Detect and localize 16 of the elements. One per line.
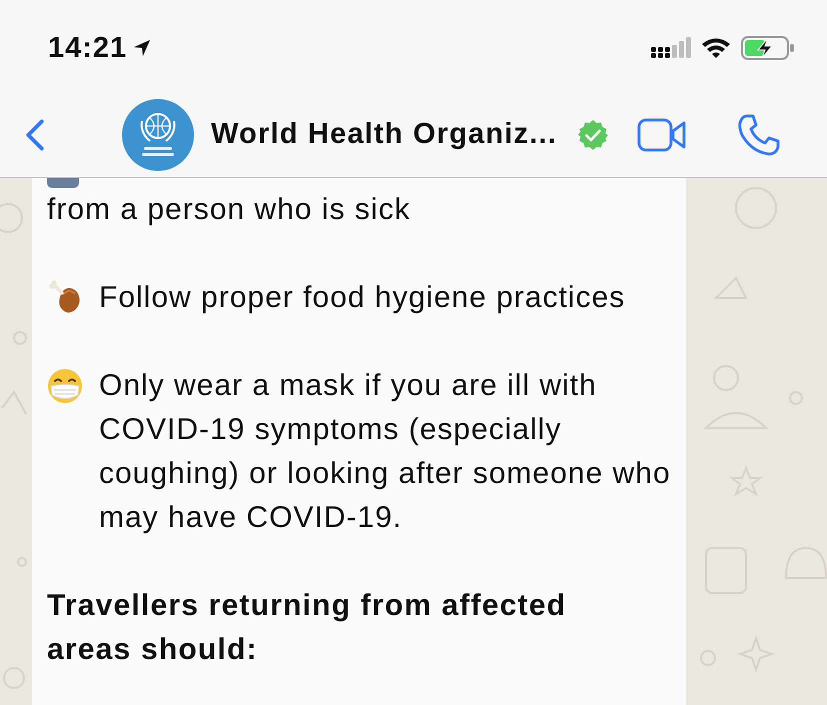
message-heading: Travellers returning from affected areas should: [47, 588, 568, 668]
chevron-left-icon [26, 118, 44, 150]
status-time: 14:21 [48, 32, 128, 64]
profile-avatar[interactable] [122, 98, 194, 170]
cellular-signal-icon [651, 37, 691, 59]
face-with-mask-icon [47, 368, 83, 404]
chat-title[interactable]: World Health Organiz... [211, 118, 558, 151]
emoji-tile-icon [47, 178, 79, 188]
message-text: from a person who is sick [47, 192, 412, 228]
video-camera-icon [637, 118, 687, 152]
wifi-icon [701, 37, 731, 59]
message-text: Follow proper food hygiene practices [99, 280, 626, 316]
message-text: Only wear a mask if you are ill with COVID-19 symptoms (especially coughing) or looking after someone who may have COVID-19. [99, 368, 672, 536]
location-arrow-icon [133, 39, 152, 57]
battery-charging-icon [741, 36, 795, 60]
phone-icon [737, 112, 781, 156]
